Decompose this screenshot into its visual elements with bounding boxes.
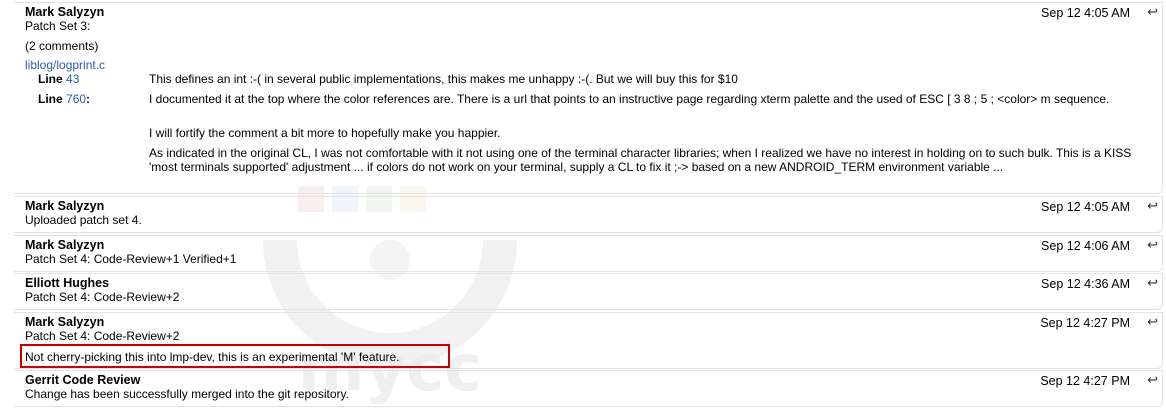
file-link[interactable]: liblog/logprint.c [25, 58, 105, 72]
comment-line-label: Line 760: [38, 92, 91, 106]
line-number-link[interactable]: 43 [66, 72, 79, 86]
inline-comment-text: This defines an int :-( in several publi… [149, 72, 738, 86]
message-text: (2 comments) [25, 39, 99, 53]
message-text: Patch Set 3: [25, 19, 91, 33]
line-number-link[interactable]: 760 [66, 92, 86, 106]
comment-line-prefix: Line [38, 72, 63, 86]
message-date: Sep 12 4:36 AM [1041, 277, 1130, 291]
reply-arrow-icon[interactable]: ↩ [1147, 237, 1158, 253]
reply-arrow-icon[interactable]: ↩ [1147, 4, 1158, 20]
comment-line-prefix: Line [38, 92, 63, 106]
reply-arrow-icon[interactable]: ↩ [1147, 198, 1158, 214]
comment-message: Mark Salyzyn Sep 12 4:27 PM ↩ Patch Set … [14, 312, 1163, 369]
message-text: Change has been successfully merged into… [25, 387, 349, 401]
author-name[interactable]: Elliott Hughes [25, 276, 109, 290]
message-text: Patch Set 4: Code-Review+2 [25, 329, 180, 343]
author-name[interactable]: Mark Salyzyn [25, 5, 104, 19]
inline-comment-text: As indicated in the original CL, I was n… [149, 146, 1132, 174]
message-date: Sep 12 4:27 PM [1040, 316, 1130, 330]
author-name[interactable]: Mark Salyzyn [25, 238, 104, 252]
message-text: Uploaded patch set 4. [25, 213, 142, 227]
reply-arrow-icon[interactable]: ↩ [1147, 275, 1158, 291]
reply-arrow-icon[interactable]: ↩ [1147, 372, 1158, 388]
comment-message: Gerrit Code Review Sep 12 4:27 PM ↩ Chan… [14, 370, 1163, 407]
inline-comment-text: I documented it at the top where the col… [149, 92, 1110, 106]
author-name[interactable]: Gerrit Code Review [25, 373, 140, 387]
message-text: Patch Set 4: Code-Review+2 [25, 290, 180, 304]
inline-comment-text: I will fortify the comment a bit more to… [149, 126, 501, 140]
comment-message: Elliott Hughes Sep 12 4:36 AM ↩ Patch Se… [14, 273, 1163, 310]
message-date: Sep 12 4:05 AM [1041, 6, 1130, 20]
author-name[interactable]: Mark Salyzyn [25, 315, 104, 329]
reply-arrow-icon[interactable]: ↩ [1147, 314, 1158, 330]
comment-line-label: Line 43 [38, 72, 79, 86]
comment-message: Mark Salyzyn Sep 12 4:05 AM ↩ Patch Set … [14, 2, 1163, 194]
message-date: Sep 12 4:05 AM [1041, 200, 1130, 214]
message-date: Sep 12 4:06 AM [1041, 239, 1130, 253]
message-date: Sep 12 4:27 PM [1040, 374, 1130, 388]
message-text: Not cherry-picking this into lmp-dev, th… [25, 350, 400, 364]
author-name[interactable]: Mark Salyzyn [25, 199, 104, 213]
comment-message: Mark Salyzyn Sep 12 4:05 AM ↩ Uploaded p… [14, 196, 1163, 233]
comment-message: Mark Salyzyn Sep 12 4:06 AM ↩ Patch Set … [14, 235, 1163, 272]
message-text: Patch Set 4: Code-Review+1 Verified+1 [25, 252, 237, 266]
